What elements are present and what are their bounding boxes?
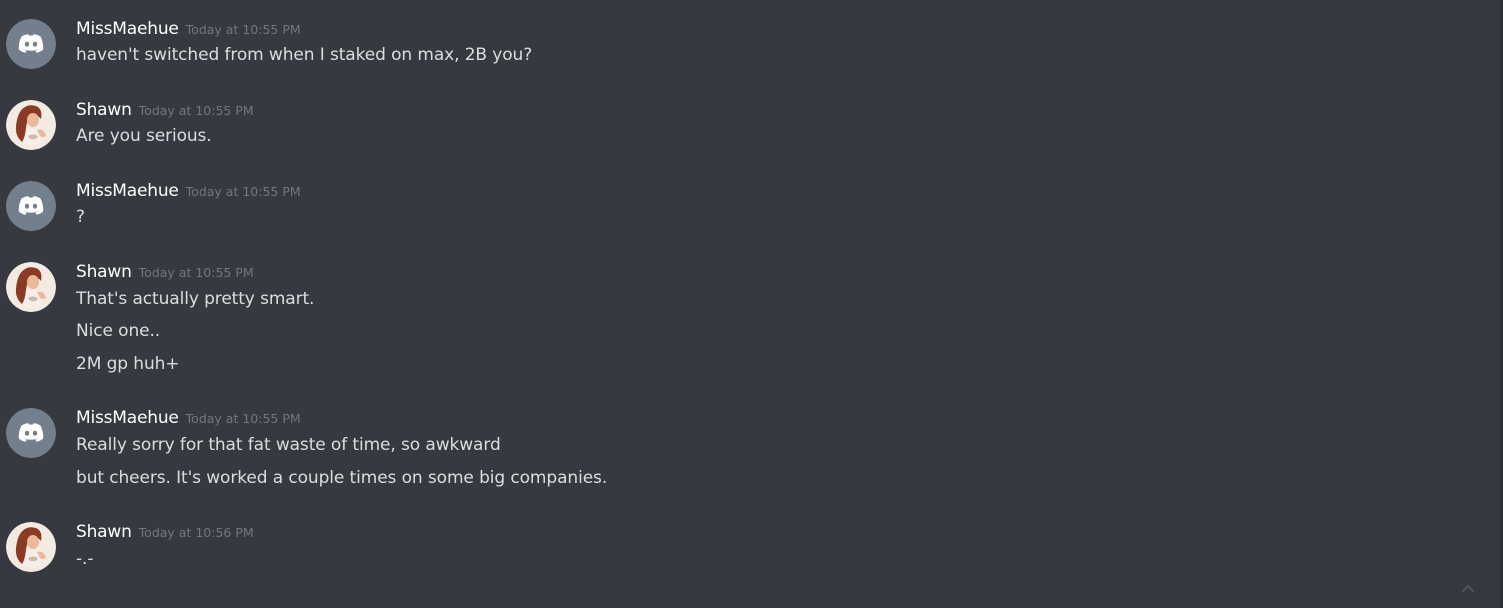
timestamp[interactable]: Today at 10:55 PM: [139, 265, 254, 280]
message-text: Really sorry for that fat waste of time,…: [76, 435, 501, 455]
profile-picture-avatar[interactable]: [6, 522, 56, 572]
message-header: Shawn Today at 10:55 PM: [76, 262, 254, 282]
message-header: Shawn Today at 10:56 PM: [76, 522, 254, 542]
username[interactable]: Shawn: [76, 522, 132, 542]
timestamp[interactable]: Today at 10:55 PM: [139, 103, 254, 118]
chevron-up-icon[interactable]: [1461, 580, 1475, 594]
discord-default-avatar-icon[interactable]: [6, 181, 56, 231]
message-text: -.-: [76, 549, 94, 569]
message-text: Are you serious.: [76, 126, 212, 146]
discord-default-avatar-icon[interactable]: [6, 19, 56, 69]
message-text: Nice one..: [76, 321, 161, 341]
chat-messages: MissMaehue Today at 10:55 PM haven't swit…: [0, 0, 1503, 608]
message-header: Shawn Today at 10:55 PM: [76, 100, 254, 120]
timestamp[interactable]: Today at 10:56 PM: [139, 525, 254, 540]
discord-default-avatar-icon[interactable]: [6, 408, 56, 458]
message-header: MissMaehue Today at 10:55 PM: [76, 408, 301, 428]
message-header: MissMaehue Today at 10:55 PM: [76, 19, 301, 39]
timestamp[interactable]: Today at 10:55 PM: [186, 22, 301, 37]
message-text: 2M gp huh+: [76, 354, 180, 374]
timestamp[interactable]: Today at 10:55 PM: [186, 184, 301, 199]
username[interactable]: Shawn: [76, 100, 132, 120]
username[interactable]: MissMaehue: [76, 408, 179, 428]
profile-picture-avatar[interactable]: [6, 262, 56, 312]
timestamp[interactable]: Today at 10:55 PM: [186, 411, 301, 426]
profile-picture-avatar[interactable]: [6, 100, 56, 150]
username[interactable]: Shawn: [76, 262, 132, 282]
username[interactable]: MissMaehue: [76, 19, 179, 39]
message-text: haven't switched from when I staked on m…: [76, 45, 533, 65]
username[interactable]: MissMaehue: [76, 181, 179, 201]
message-header: MissMaehue Today at 10:55 PM: [76, 181, 301, 201]
message-text: That's actually pretty smart.: [76, 289, 315, 309]
message-text: but cheers. It's worked a couple times o…: [76, 468, 608, 488]
message-text: ?: [76, 207, 85, 227]
